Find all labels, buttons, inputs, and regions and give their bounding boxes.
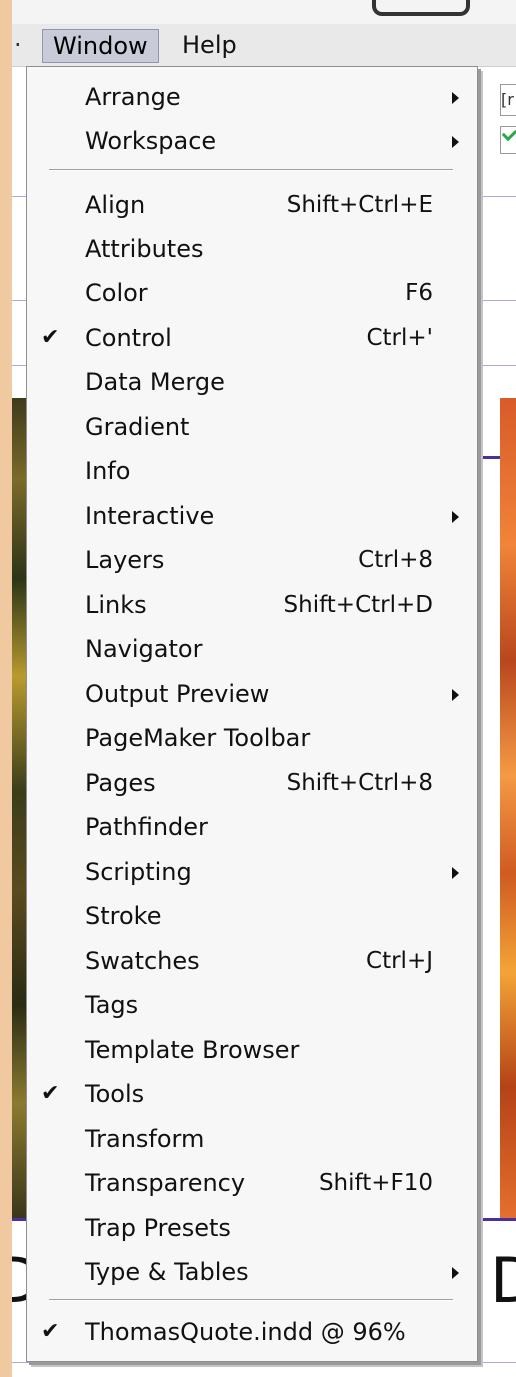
control-panel-checkbox[interactable] (500, 125, 516, 154)
menu-item-label: Tools (85, 1080, 145, 1108)
menu-item-control[interactable]: ✔ Control Ctrl+' (27, 316, 477, 360)
menu-item-swatches[interactable]: Swatches Ctrl+J (27, 939, 477, 983)
menu-item-label: Transparency (85, 1169, 246, 1197)
submenu-arrow-icon (452, 511, 459, 523)
menu-item-label: Pathfinder (85, 813, 208, 841)
menu-prev-fragment[interactable]: · (14, 29, 22, 61)
checkmark-icon: ✔ (41, 325, 60, 350)
submenu-arrow-icon (452, 689, 459, 701)
menu-item-links[interactable]: Links Shift+Ctrl+D (27, 583, 477, 627)
menu-item-tools[interactable]: ✔ Tools (27, 1072, 477, 1116)
menu-item-pagemaker-toolbar[interactable]: PageMaker Toolbar (27, 716, 477, 760)
menu-item-shortcut: Shift+Ctrl+D (283, 592, 433, 618)
menu-item-template-browser[interactable]: Template Browser (27, 1028, 477, 1072)
menu-item-label: Output Preview (85, 680, 270, 708)
window-menu-dropdown: Arrange Workspace Align Shift+Ctrl+E Att… (26, 66, 478, 1362)
menu-bar: · Window Help (12, 24, 516, 67)
checkmark-icon: ✔ (41, 1081, 60, 1106)
menu-item-align[interactable]: Align Shift+Ctrl+E (27, 183, 477, 227)
menu-item-label: Color (85, 279, 148, 307)
menu-item-shortcut: Shift+Ctrl+8 (286, 770, 433, 796)
submenu-arrow-icon (452, 1267, 459, 1279)
menu-item-label: Align (85, 191, 146, 219)
menu-item-label: Attributes (85, 235, 204, 263)
menu-item-label: ThomasQuote.indd @ 96% (85, 1318, 406, 1346)
menu-separator (49, 1299, 453, 1301)
menu-item-label: Data Merge (85, 368, 225, 396)
menu-item-tags[interactable]: Tags (27, 983, 477, 1027)
menu-item-attributes[interactable]: Attributes (27, 227, 477, 271)
menu-item-label: Layers (85, 546, 165, 574)
menu-item-pages[interactable]: Pages Shift+Ctrl+8 (27, 761, 477, 805)
menu-item-info[interactable]: Info (27, 449, 477, 493)
menu-item-label: Workspace (85, 127, 217, 155)
check-icon (501, 125, 516, 142)
document-graphic (372, 0, 470, 16)
submenu-arrow-icon (452, 136, 459, 148)
menu-item-label: Control (85, 324, 172, 352)
menu-item-navigator[interactable]: Navigator (27, 627, 477, 671)
menu-item-label: Template Browser (85, 1036, 300, 1064)
menu-item-label: Transform (85, 1125, 205, 1153)
menu-item-label: Swatches (85, 947, 200, 975)
menu-item-layers[interactable]: Layers Ctrl+8 (27, 538, 477, 582)
menu-item-label: Info (85, 457, 131, 485)
menu-item-label: Type & Tables (85, 1258, 249, 1286)
menu-item-shortcut: Ctrl+J (366, 948, 433, 974)
photo-right (500, 398, 516, 1218)
menu-item-pathfinder[interactable]: Pathfinder (27, 805, 477, 849)
menu-window[interactable]: Window (42, 29, 159, 63)
menu-separator (49, 169, 453, 171)
submenu-arrow-icon (452, 92, 459, 104)
menu-item-type-and-tables[interactable]: Type & Tables (27, 1250, 477, 1294)
menu-item-shortcut: Ctrl+' (366, 325, 433, 351)
menu-item-trap-presets[interactable]: Trap Presets (27, 1206, 477, 1250)
menu-item-scripting[interactable]: Scripting (27, 850, 477, 894)
menu-item-label: Gradient (85, 413, 190, 441)
menu-help[interactable]: Help (172, 29, 247, 61)
menu-item-label: Scripting (85, 858, 192, 886)
menu-item-label: PageMaker Toolbar (85, 724, 311, 752)
control-panel-field[interactable]: [r (500, 84, 516, 116)
guide-line-bottom (12, 1362, 516, 1363)
menu-item-label: Tags (85, 991, 139, 1019)
title-bar (12, 0, 516, 25)
menu-item-label: Links (85, 591, 147, 619)
menu-item-label: Pages (85, 769, 156, 797)
menu-item-shortcut: Shift+F10 (318, 1170, 433, 1196)
menu-item-label: Arrange (85, 83, 181, 111)
checkmark-icon: ✔ (41, 1319, 60, 1344)
submenu-arrow-icon (452, 867, 459, 879)
menu-item-shortcut: Ctrl+8 (358, 547, 433, 573)
menu-item-stroke[interactable]: Stroke (27, 894, 477, 938)
menu-item-label: Stroke (85, 902, 162, 930)
menu-item-label: Navigator (85, 635, 203, 663)
menu-item-open-document[interactable]: ✔ ThomasQuote.indd @ 96% (27, 1310, 477, 1354)
document-text-bottom-right: D (490, 1244, 516, 1317)
menu-item-label: Interactive (85, 502, 215, 530)
menu-item-transform[interactable]: Transform (27, 1117, 477, 1161)
menu-item-workspace[interactable]: Workspace (27, 119, 477, 163)
menu-item-output-preview[interactable]: Output Preview (27, 672, 477, 716)
menu-item-data-merge[interactable]: Data Merge (27, 360, 477, 404)
menu-item-arrange[interactable]: Arrange (27, 75, 477, 119)
menu-item-color[interactable]: Color F6 (27, 271, 477, 315)
menu-item-interactive[interactable]: Interactive (27, 494, 477, 538)
menu-item-shortcut: F6 (405, 280, 433, 306)
menu-item-label: Trap Presets (85, 1214, 231, 1242)
menu-item-transparency[interactable]: Transparency Shift+F10 (27, 1161, 477, 1205)
menu-item-gradient[interactable]: Gradient (27, 405, 477, 449)
menu-item-shortcut: Shift+Ctrl+E (286, 192, 433, 218)
